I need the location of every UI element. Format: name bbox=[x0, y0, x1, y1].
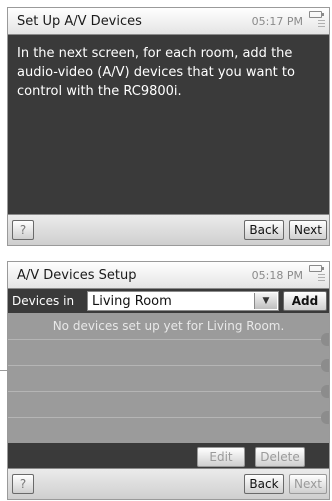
help-button[interactable]: ? bbox=[12, 474, 34, 494]
battery-icon bbox=[309, 265, 324, 272]
menu-lines-icon[interactable] bbox=[318, 20, 325, 28]
empty-list-message: No devices set up yet for Living Room. bbox=[52, 319, 285, 333]
room-select-value: Living Room bbox=[92, 294, 172, 309]
instruction-text: In the next screen, for each room, add t… bbox=[17, 46, 295, 99]
edit-delete-row: Edit Delete bbox=[8, 443, 329, 470]
title-bar: A/V Devices Setup 05:18 PM bbox=[8, 262, 329, 289]
setup-av-devices-screen: Set Up A/V Devices 05:17 PM In the next … bbox=[7, 7, 330, 246]
next-button[interactable]: Next bbox=[289, 474, 327, 494]
help-button[interactable]: ? bbox=[12, 220, 34, 240]
triangle-down-icon[interactable]: ▼ bbox=[254, 293, 277, 309]
next-button[interactable]: Next bbox=[289, 220, 327, 240]
back-button[interactable]: Back bbox=[244, 220, 284, 240]
bottom-bar: ? Back Next bbox=[8, 214, 329, 245]
bottom-bar: ? Back Next bbox=[8, 468, 329, 499]
battery-icon bbox=[309, 11, 324, 18]
av-devices-setup-screen: A/V Devices Setup 05:18 PM Devices in Li… bbox=[7, 261, 330, 500]
devices-in-label: Devices in bbox=[12, 294, 75, 308]
screen-title: Set Up A/V Devices bbox=[17, 14, 142, 29]
list-row-divider bbox=[8, 333, 329, 346]
menu-lines-icon[interactable] bbox=[318, 274, 325, 282]
list-row-divider bbox=[8, 411, 329, 424]
edit-button[interactable]: Edit bbox=[197, 447, 245, 467]
clock: 05:17 PM bbox=[251, 15, 303, 28]
list-row-divider bbox=[8, 385, 329, 398]
devices-in-row: Devices in Living Room ▼ Add bbox=[8, 289, 329, 313]
room-select[interactable]: Living Room ▼ bbox=[87, 291, 279, 311]
device-list[interactable]: No devices set up yet for Living Room. bbox=[8, 313, 329, 443]
clock: 05:18 PM bbox=[251, 269, 303, 282]
back-button[interactable]: Back bbox=[244, 474, 284, 494]
add-device-button[interactable]: Add bbox=[283, 291, 327, 311]
list-row-divider bbox=[8, 359, 329, 372]
title-bar: Set Up A/V Devices 05:17 PM bbox=[8, 8, 329, 35]
delete-button[interactable]: Delete bbox=[255, 447, 305, 467]
screen-title: A/V Devices Setup bbox=[17, 268, 137, 283]
